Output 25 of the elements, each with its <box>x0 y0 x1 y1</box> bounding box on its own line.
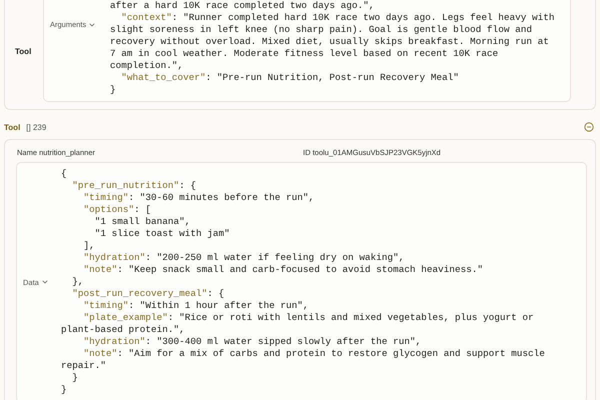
code-line: "options": [ <box>82 204 152 216</box>
code-line: "note": "Keep snack small and carb-focused to avoid stomach heaviness." <box>82 264 484 276</box>
code-line: "context": "Runner completed hard 10K race two days ago. Legs feel heavy with slight soreness in left knee (no sharp pain). Goal is gentle blood flow and recovery without overload. Mixed diet, usually skips breakfast. Morning run at 7 am in cool weather. Moderate fitness level based on recent 10K race completion.", <box>110 12 556 72</box>
code-line: "plate_example": "Rice or roti with lentils and mixed vegetables, plus yogurt or plant-based protein.", <box>61 312 535 336</box>
collapse-icon[interactable] <box>584 122 594 132</box>
code-line: }, <box>71 276 85 288</box>
code-line: "note": "Aim for a mix of carbs and protein to restore glycogen and support muscle repair." <box>61 348 546 372</box>
code-line: "pre_run_nutrition": { <box>71 180 198 192</box>
code-line: "hydration": "300-400 ml water sipped slowly after the run", <box>82 336 422 348</box>
code-line: } <box>71 372 79 384</box>
code-line: "post_run_recovery_meal": { <box>71 288 226 300</box>
code-line: "timing": "30-60 minutes before the run", <box>82 192 316 204</box>
count-label: [] 239 <box>26 122 46 132</box>
code-line: "1 slice toast with jam" <box>94 228 231 240</box>
code-line: "what_to_cover": "Pre-run Nutrition, Post-run Recovery Meal" <box>120 72 460 84</box>
code-line: "hydration": "200-250 ml water if feeling dry on waking", <box>82 252 406 264</box>
tool-label: Tool <box>14 46 32 56</box>
code-line: { <box>61 168 68 180</box>
code-line: ], <box>82 240 96 252</box>
code-line: } <box>61 384 68 396</box>
code-line: } <box>110 84 117 96</box>
tool-title: Tool <box>4 122 20 132</box>
code-line: after a hard 10K race completed two days ago.", <box>110 0 376 12</box>
code-line: "timing": "Within 1 hour after the run", <box>82 300 310 312</box>
code-line: "1 small banana", <box>94 216 192 228</box>
